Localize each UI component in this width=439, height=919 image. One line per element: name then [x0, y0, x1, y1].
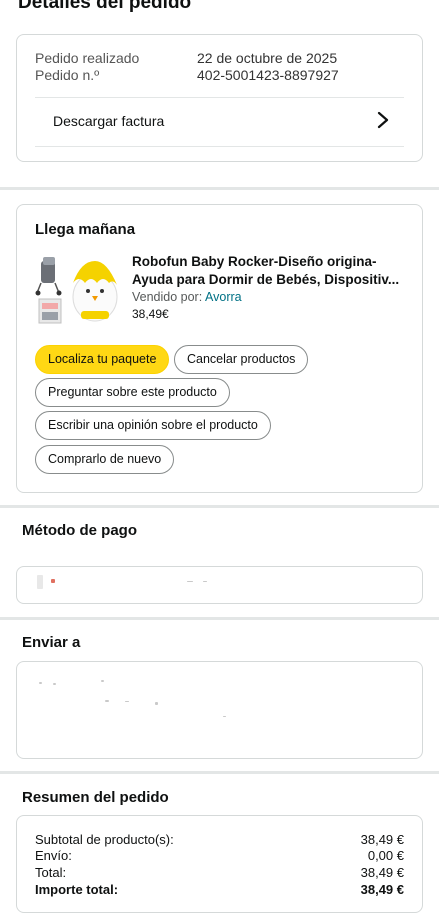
summary-value: 38,49 € — [360, 865, 404, 880]
chevron-right-icon[interactable] — [376, 111, 390, 129]
track-package-button[interactable]: Localiza tu paquete — [35, 345, 170, 374]
payment-method-heading: Método de pago — [22, 522, 137, 539]
redacted-mark — [39, 682, 42, 684]
cancel-products-button[interactable]: Cancelar productos — [174, 345, 309, 374]
seller-line: Vendido por: Avorra — [132, 290, 242, 304]
section-separator — [0, 187, 439, 190]
seller-link[interactable]: Avorra — [205, 290, 242, 304]
payment-method-card[interactable] — [16, 566, 423, 604]
section-separator — [0, 771, 439, 774]
download-invoice-link[interactable]: Descargar factura — [53, 113, 164, 129]
order-placed-label: Pedido realizado — [35, 50, 140, 66]
redacted-mark — [155, 702, 158, 705]
summary-value: 0,00 € — [367, 848, 404, 863]
order-number-value: 402-5001423-8897927 — [197, 67, 339, 83]
buy-again-button[interactable]: Comprarlo de nuevo — [35, 445, 175, 474]
order-placed-value: 22 de octubre de 2025 — [197, 50, 338, 66]
product-thumbnail[interactable] — [35, 253, 129, 327]
summary-label: Subtotal de producto(s): — [35, 832, 174, 847]
redacted-mark — [53, 683, 56, 685]
redacted-mark — [223, 716, 226, 717]
summary-label: Importe total: — [35, 882, 119, 897]
summary-value: 38,49 € — [360, 832, 404, 847]
page-title: Detalles del pedido — [18, 0, 192, 13]
redacted-mark — [51, 579, 55, 583]
order-summary-card: Subtotal de producto(s): 38,49 € Envío: … — [16, 815, 423, 913]
product-title-link[interactable]: Robofun Baby Rocker-Diseño origina- Ayud… — [132, 253, 412, 289]
summary-value: 38,49 € — [360, 882, 404, 897]
redacted-mark — [125, 701, 129, 702]
write-review-button[interactable]: Escribir una opinión sobre el producto — [35, 411, 271, 440]
summary-label: Envío: — [35, 848, 72, 863]
delivery-status-title: Llega mañana — [35, 221, 136, 238]
ask-about-product-button[interactable]: Preguntar sobre este producto — [35, 378, 230, 407]
redacted-payment-icon — [37, 575, 43, 589]
order-details-card: Pedido realizado 22 de octubre de 2025 P… — [16, 34, 423, 162]
redacted-mark — [105, 700, 109, 702]
divider — [35, 97, 404, 98]
divider — [35, 146, 404, 147]
delivery-card: Llega mañana Robofun Baby Rocker-Diseño … — [16, 204, 423, 493]
redacted-mark — [101, 680, 104, 682]
redacted-mark — [187, 581, 193, 582]
redacted-mark — [203, 581, 207, 582]
product-title-line1: Robofun Baby Rocker-Diseño origina- — [132, 254, 377, 269]
section-separator — [0, 617, 439, 620]
product-title-line2: Ayuda para Dormir de Bebés, Dispositiv..… — [132, 272, 400, 287]
section-separator — [0, 505, 439, 508]
product-price: 38,49€ — [132, 307, 169, 321]
ship-to-heading: Enviar a — [22, 634, 81, 651]
shipping-address-card — [16, 661, 423, 759]
seller-prefix: Vendido por: — [132, 290, 203, 304]
summary-label: Total: — [35, 865, 67, 880]
order-summary-heading: Resumen del pedido — [22, 789, 169, 806]
order-number-label: Pedido n.º — [35, 67, 100, 83]
